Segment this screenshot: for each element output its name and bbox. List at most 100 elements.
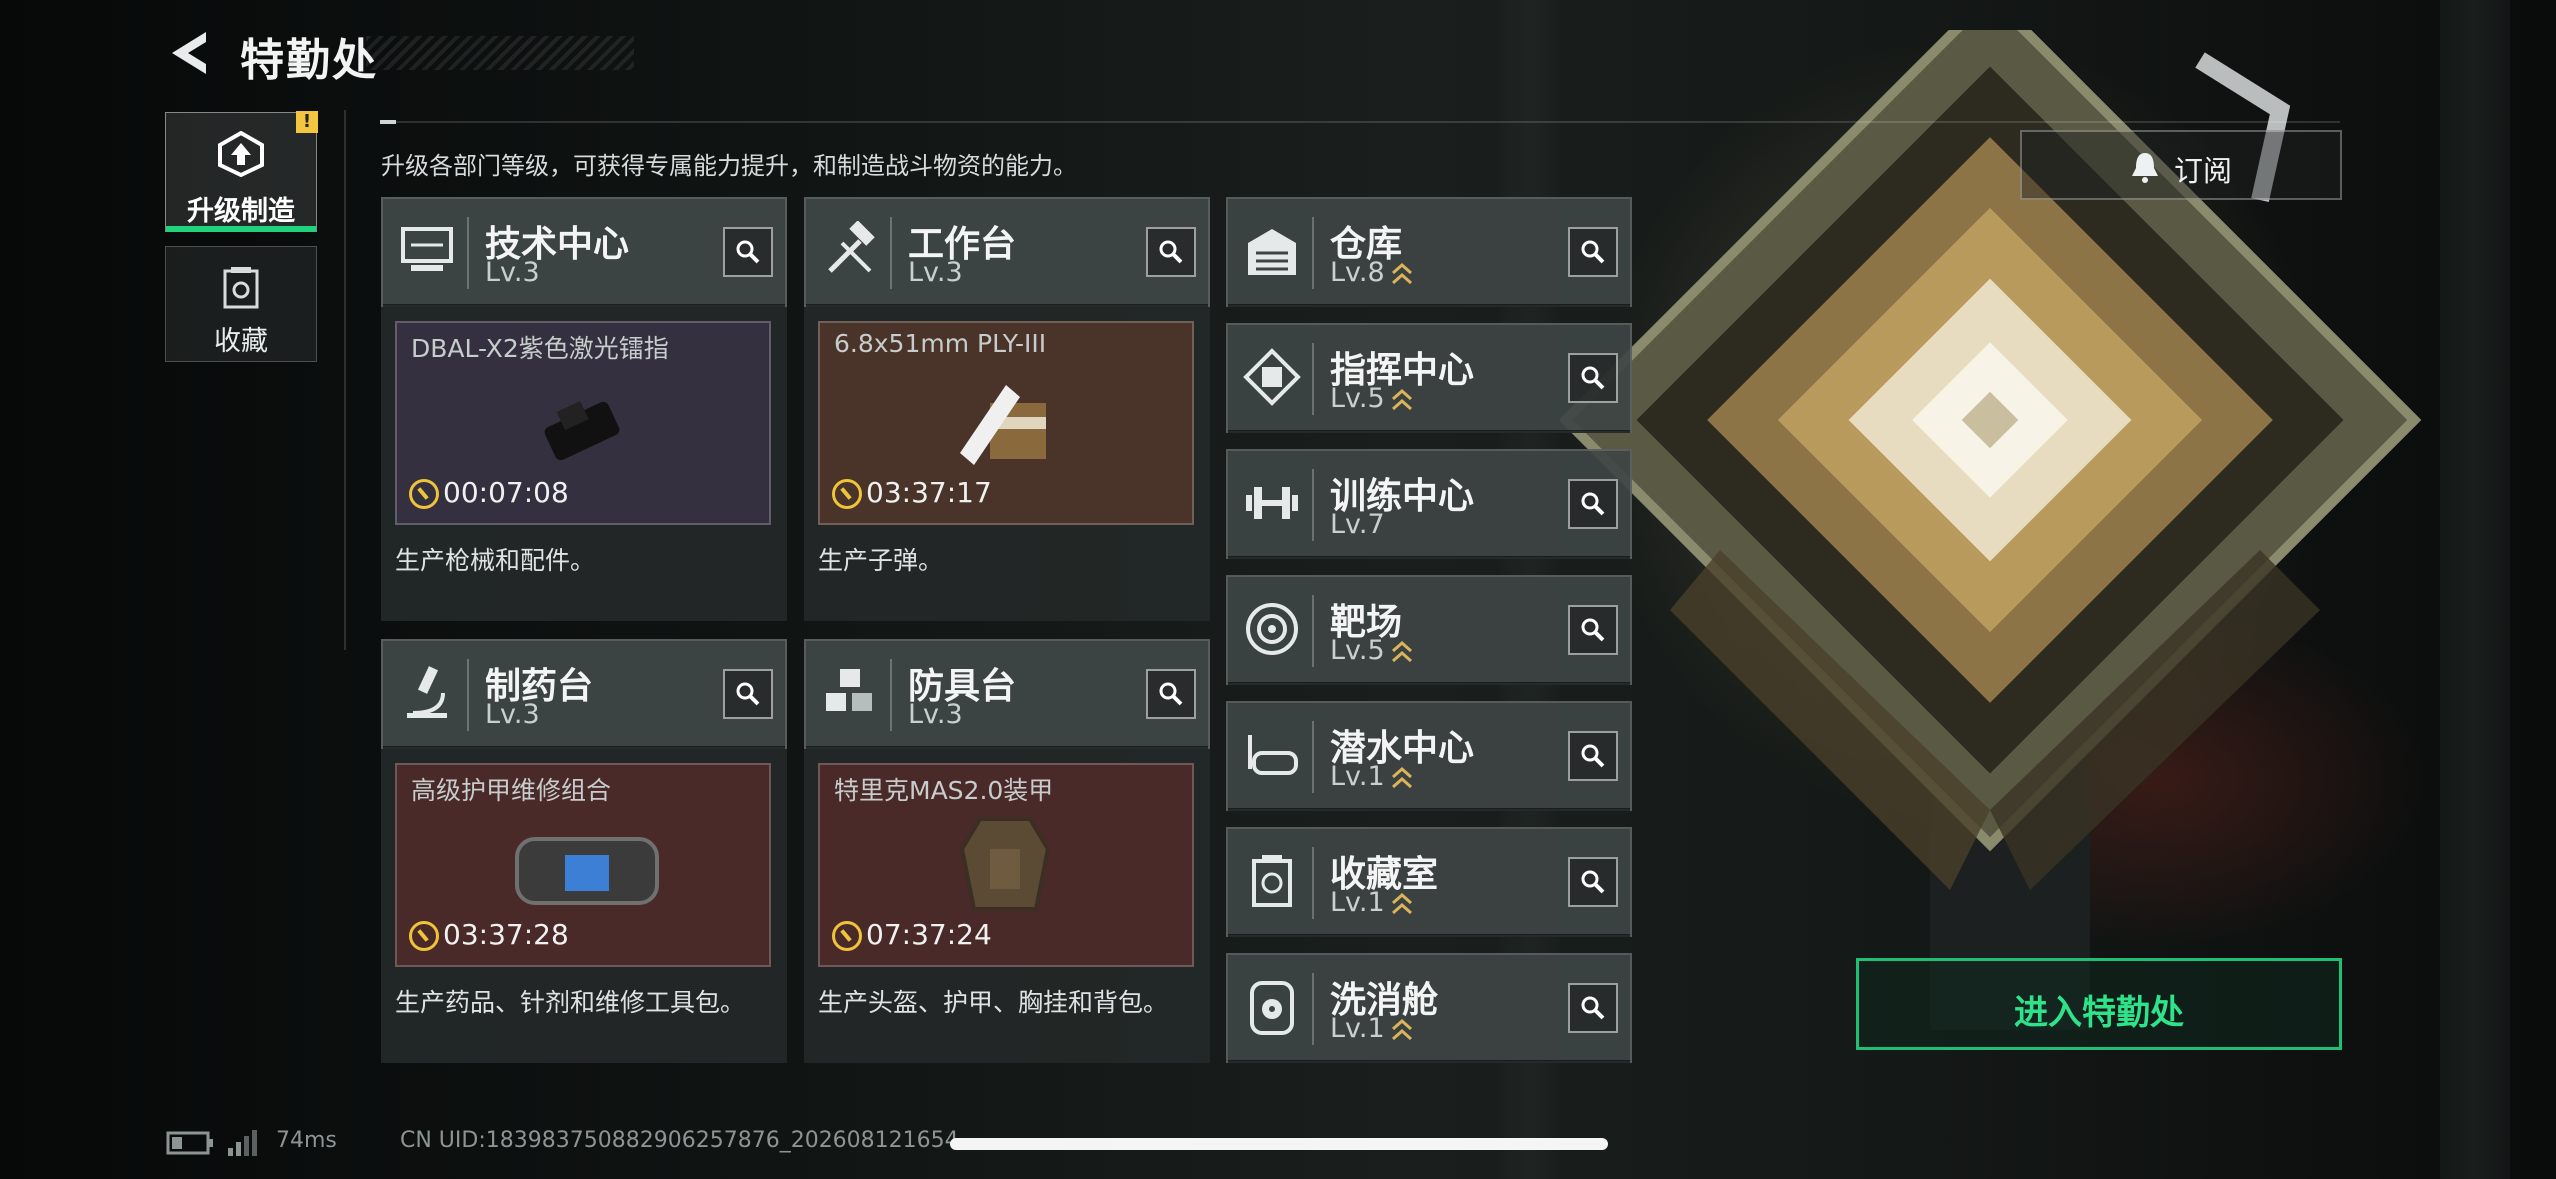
search-icon xyxy=(1581,870,1605,894)
header-separator xyxy=(890,217,892,289)
department-card-workbench[interactable]: 工作台 Lv.3 6.8x51mm PLY-III 03:37:17 生产子弹。 xyxy=(804,197,1210,621)
armor-blocks-icon xyxy=(826,669,872,711)
upgrade-chevron-icon xyxy=(1391,892,1412,914)
item-name: DBAL-X2紫色激光镭指 xyxy=(411,334,669,363)
repair-kit-image xyxy=(515,837,659,905)
search-button[interactable] xyxy=(1568,857,1618,907)
upgrade-chevron-icon xyxy=(1391,766,1412,788)
back-arrow-icon[interactable] xyxy=(166,28,212,78)
signal-icon xyxy=(228,1130,257,1156)
facility-command-center[interactable]: 指挥中心 Lv.5 xyxy=(1226,323,1632,433)
level-text: Lv.5 xyxy=(1330,635,1385,666)
microscope-icon xyxy=(407,666,447,718)
header-separator xyxy=(1312,343,1314,415)
latency-text: 74ms xyxy=(276,1128,337,1153)
department-description: 生产头盔、护甲、胸挂和背包。 xyxy=(818,988,1169,1017)
search-button[interactable] xyxy=(1568,605,1618,655)
search-button[interactable] xyxy=(1568,353,1618,403)
enter-special-ops-button[interactable]: 进入特勤处 xyxy=(1856,958,2342,1050)
header-separator xyxy=(467,659,469,731)
header-separator xyxy=(467,217,469,289)
timer-icon xyxy=(832,479,862,509)
card-header: 防具台 Lv.3 xyxy=(804,639,1210,749)
hammer-wrench-icon xyxy=(828,221,875,273)
subscribe-button[interactable]: 订阅 xyxy=(2020,130,2342,200)
upgrade-chevron-icon xyxy=(1391,640,1412,662)
target-icon xyxy=(1246,603,1298,655)
facility-warehouse[interactable]: 仓库 Lv.8 xyxy=(1226,197,1632,307)
item-name: 6.8x51mm PLY-III xyxy=(834,329,1047,358)
production-item[interactable]: DBAL-X2紫色激光镭指 00:07:08 xyxy=(395,321,771,525)
subscribe-label: 订阅 xyxy=(2174,154,2233,188)
sidebar-item-label: 收藏 xyxy=(214,326,268,357)
department-description: 生产子弹。 xyxy=(818,546,944,575)
sidebar-item-collection[interactable]: 收藏 xyxy=(165,246,317,362)
search-button[interactable] xyxy=(1568,227,1618,277)
content-divider xyxy=(344,110,346,650)
search-button[interactable] xyxy=(1568,479,1618,529)
search-button[interactable] xyxy=(723,227,773,277)
laser-sight-image xyxy=(544,400,620,461)
search-icon xyxy=(1159,240,1183,264)
facility-training-center[interactable]: 训练中心 Lv.7 xyxy=(1226,449,1632,559)
collection-icon xyxy=(223,267,259,309)
header-separator xyxy=(1312,595,1314,667)
timer-icon xyxy=(409,921,439,951)
dumbbell-icon xyxy=(1246,487,1298,519)
header-separator xyxy=(1312,973,1314,1045)
page-title: 特勤处 xyxy=(240,35,378,86)
search-button[interactable] xyxy=(723,669,773,719)
sidebar-item-label: 升级制造 xyxy=(187,196,295,227)
search-button[interactable] xyxy=(1568,983,1618,1033)
timer-icon xyxy=(409,479,439,509)
department-card-armor-bench[interactable]: 防具台 Lv.3 特里克MAS2.0装甲 07:37:24 生产头盔、护甲、胸挂… xyxy=(804,639,1210,1063)
facility-diving-center[interactable]: 潜水中心 Lv.1 xyxy=(1226,701,1632,811)
level-text: Lv.8 xyxy=(1330,257,1385,288)
department-description: 生产枪械和配件。 xyxy=(395,546,596,575)
search-icon xyxy=(1581,744,1605,768)
search-icon xyxy=(1581,240,1605,264)
facility-level: Lv.7 xyxy=(1330,509,1385,540)
production-item[interactable]: 高级护甲维修组合 03:37:28 xyxy=(395,763,771,967)
header-separator xyxy=(890,659,892,731)
level-text: Lv.1 xyxy=(1330,887,1385,918)
item-name: 特里克MAS2.0装甲 xyxy=(834,776,1054,805)
facility-decontamination-pod[interactable]: 洗消舱 Lv.1 xyxy=(1226,953,1632,1063)
production-timer: 07:37:24 xyxy=(866,918,992,951)
department-level: Lv.3 xyxy=(908,699,963,730)
search-icon xyxy=(1581,492,1605,516)
header-separator xyxy=(1312,217,1314,289)
production-item[interactable]: 特里克MAS2.0装甲 07:37:24 xyxy=(818,763,1194,967)
search-icon xyxy=(736,682,760,706)
facility-collection-room[interactable]: 收藏室 Lv.1 xyxy=(1226,827,1632,937)
active-indicator xyxy=(166,226,316,232)
radiation-icon xyxy=(1250,981,1294,1035)
department-level: Lv.3 xyxy=(908,257,963,288)
upgrade-chevron-icon xyxy=(1391,388,1412,410)
department-card-tech-center[interactable]: 技术中心 Lv.3 DBAL-X2紫色激光镭指 00:07:08 生产枪械和配件… xyxy=(381,197,787,621)
production-timer: 03:37:28 xyxy=(443,918,569,951)
level-text: Lv.7 xyxy=(1330,509,1385,540)
department-description: 生产药品、针剂和维修工具包。 xyxy=(395,988,746,1017)
alert-badge: ! xyxy=(296,111,318,133)
garage-icon xyxy=(1248,229,1296,275)
sidebar-item-upgrade[interactable]: ! 升级制造 xyxy=(165,111,318,232)
search-icon xyxy=(1581,366,1605,390)
search-button[interactable] xyxy=(1146,227,1196,277)
facility-shooting-range[interactable]: 靶场 Lv.5 xyxy=(1226,575,1632,685)
home-indicator[interactable] xyxy=(950,1138,1608,1150)
header-divider xyxy=(380,120,2340,124)
bell-icon xyxy=(2132,153,2158,183)
upgrade-chevron-icon xyxy=(1391,1018,1412,1040)
search-button[interactable] xyxy=(1568,731,1618,781)
body-armor-image xyxy=(959,817,1051,911)
facility-level: Lv.1 xyxy=(1330,1013,1413,1044)
production-item[interactable]: 6.8x51mm PLY-III 03:37:17 xyxy=(818,321,1194,525)
production-timer: 03:37:17 xyxy=(866,476,992,509)
card-header: 制药台 Lv.3 xyxy=(381,639,787,749)
department-card-pharmacy[interactable]: 制药台 Lv.3 高级护甲维修组合 03:37:28 生产药品、针剂和维修工具包… xyxy=(381,639,787,1063)
search-button[interactable] xyxy=(1146,669,1196,719)
upgrade-chevron-icon xyxy=(1391,262,1412,284)
card-header: 工作台 Lv.3 xyxy=(804,197,1210,307)
production-timer: 00:07:08 xyxy=(443,476,569,509)
